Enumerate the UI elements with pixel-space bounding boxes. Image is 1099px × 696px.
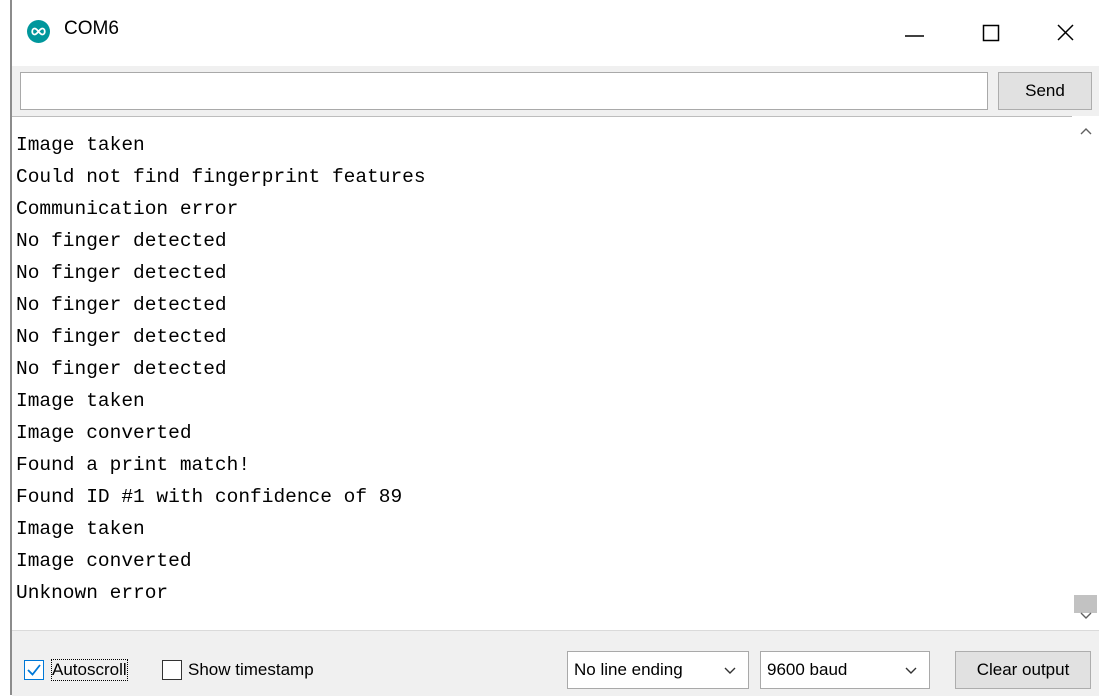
send-row: Send [12,66,1099,116]
maximize-button[interactable] [971,12,1011,52]
title-bar[interactable]: COM6 [12,0,1099,66]
clear-output-button[interactable]: Clear output [955,651,1091,689]
close-button[interactable] [1046,12,1086,52]
left-edge [0,0,10,695]
line-ending-value: No line ending [574,660,683,679]
output-line: No finger detected [16,294,227,316]
autoscroll-label[interactable]: Autoscroll [51,659,128,681]
output-line: Image taken [16,390,145,412]
bottom-bar: Autoscroll Show timestamp No line ending… [12,630,1099,696]
output-line: Found ID #1 with confidence of 89 [16,486,403,508]
vertical-scrollbar[interactable] [1072,117,1099,630]
scroll-up-icon[interactable] [1079,125,1093,139]
output-line: No finger detected [16,262,227,284]
arduino-icon [27,20,50,43]
minimize-icon [905,35,924,37]
send-button[interactable]: Send [998,72,1092,110]
autoscroll-checkbox[interactable] [24,660,44,680]
show-timestamp-label[interactable]: Show timestamp [188,660,314,680]
line-ending-select[interactable]: No line ending [567,651,749,689]
chevron-down-icon [905,667,917,674]
serial-input[interactable] [20,72,988,110]
baud-rate-select[interactable]: 9600 baud [760,651,930,689]
output-line: Could not find fingerprint features [16,166,426,188]
output-line: No finger detected [16,326,227,348]
show-timestamp-checkbox[interactable] [162,660,182,680]
output-line: Image converted [16,550,192,572]
output-line: Image taken [16,134,145,156]
serial-output[interactable]: No finger detected Image taken Could not… [12,116,1072,631]
output-line: No finger detected [16,358,227,380]
baud-rate-value: 9600 baud [767,660,848,679]
output-line: Image taken [16,518,145,540]
output-line: No finger detected [16,230,227,252]
checkmark-icon [27,664,41,676]
output-line: Communication error [16,198,239,220]
output-line: Found a print match! [16,454,251,476]
chevron-down-icon [724,667,736,674]
output-line: Unknown error [16,582,169,604]
maximize-icon [982,24,1000,42]
output-line-clipped: No finger detected [16,117,227,124]
scroll-down-icon[interactable] [1079,608,1093,622]
minimize-button[interactable] [895,12,935,52]
window-title: COM6 [64,18,119,39]
close-icon [1057,24,1074,41]
output-line: Image converted [16,422,192,444]
